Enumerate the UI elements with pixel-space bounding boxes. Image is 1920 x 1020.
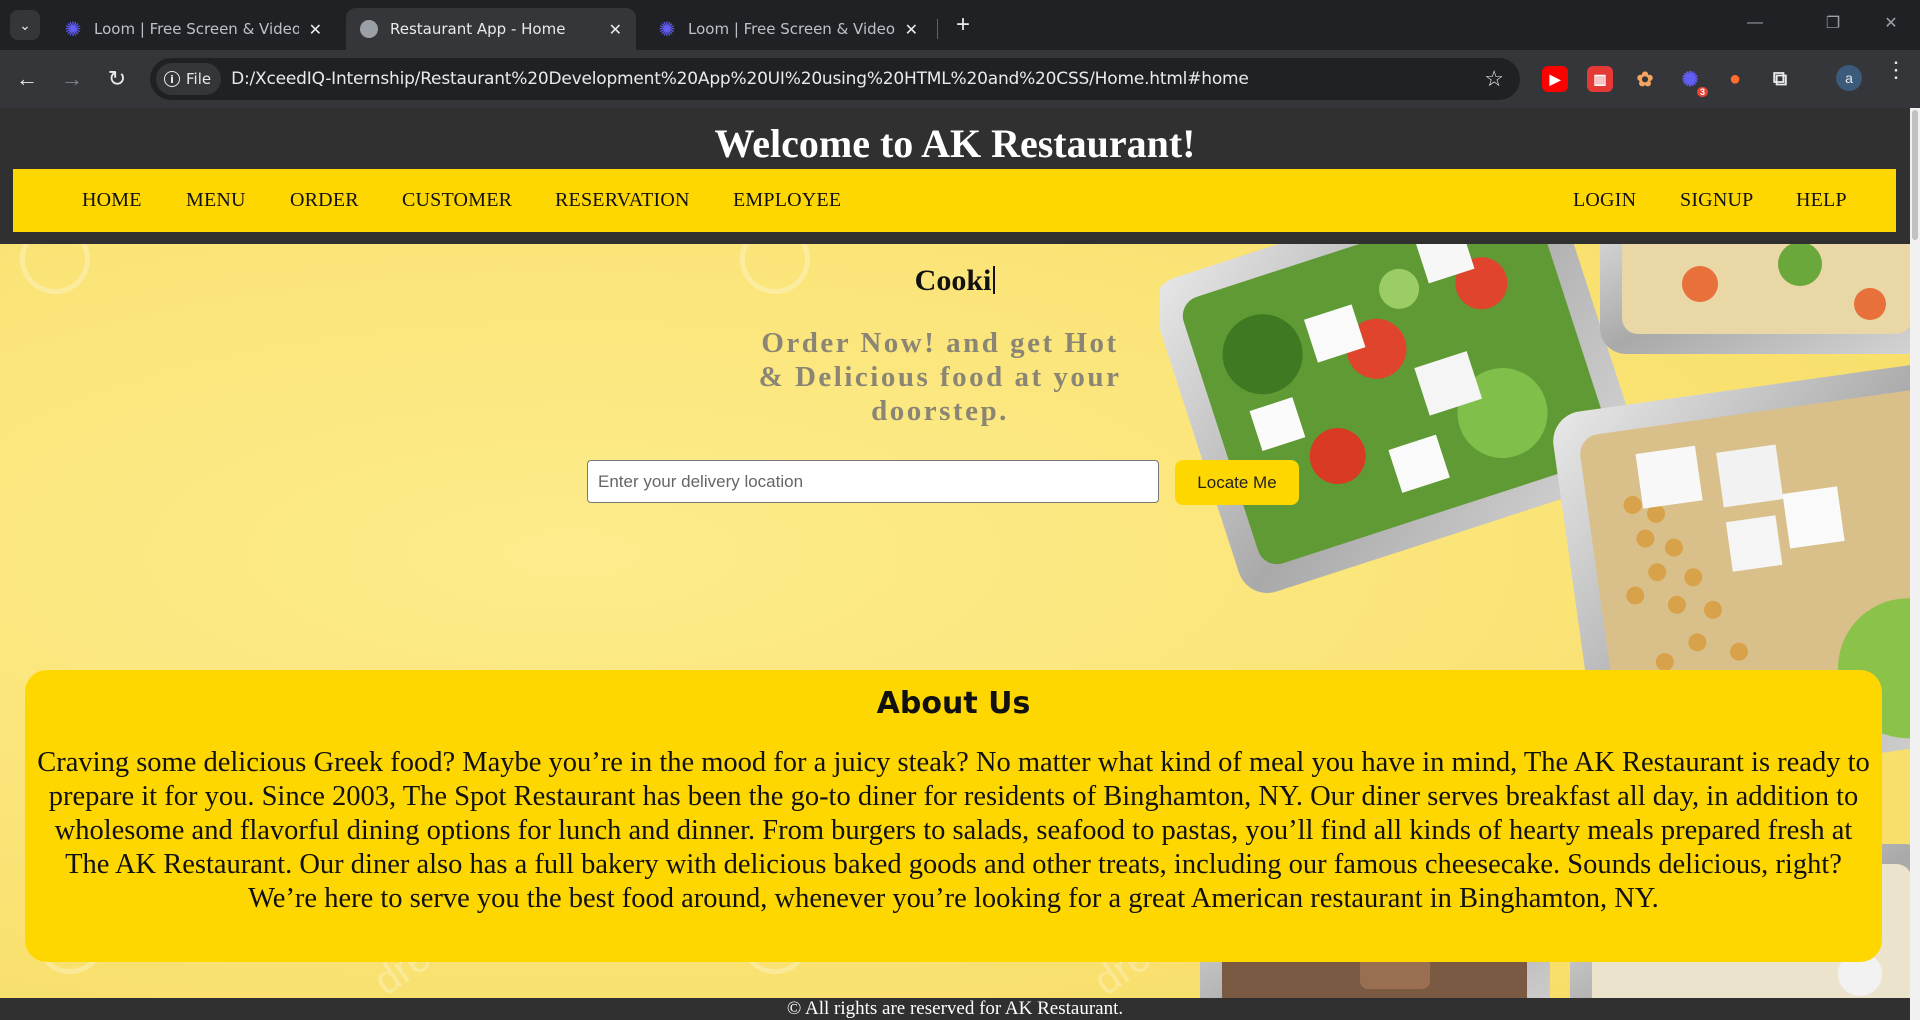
tab-title: Loom | Free Screen & Video Recording Sof…: [688, 20, 895, 38]
bookmark-star-icon[interactable]: ☆: [1484, 66, 1504, 92]
scheme-label: File: [186, 70, 212, 88]
nav-login[interactable]: LOGIN: [1573, 189, 1636, 212]
youtube-extension-icon[interactable]: ▶: [1542, 66, 1568, 92]
arrow-left-icon: ←: [16, 66, 38, 91]
cookie-extension-icon[interactable]: ✿: [1632, 66, 1658, 92]
audio-extension-icon[interactable]: ▥: [1587, 66, 1613, 92]
loom-extension-icon[interactable]: ✺ 3: [1677, 66, 1708, 97]
tab-title: Restaurant App - Home: [390, 20, 566, 38]
tab-loom-2[interactable]: ✺ Loom | Free Screen & Video Recording S…: [644, 8, 932, 50]
hero-tagline: Order Now! and get Hot & Delicious food …: [758, 327, 1122, 427]
url-text[interactable]: D:/XceedIQ-Internship/Restaurant%20Devel…: [231, 69, 1249, 89]
tab-search-button[interactable]: ⌄: [10, 10, 40, 40]
puzzle-extensions-icon[interactable]: ⧉: [1767, 66, 1793, 92]
loom-icon: ✺: [658, 17, 676, 41]
typing-text: Cooki: [914, 264, 992, 297]
browser-toolbar: ← → ↻ i File D:/XceedIQ-Internship/Resta…: [0, 50, 1920, 108]
extension-badge: 3: [1696, 87, 1708, 97]
arrow-right-icon: →: [61, 66, 83, 91]
new-tab-button[interactable]: +: [948, 10, 978, 40]
restore-button[interactable]: ❐: [1808, 8, 1858, 38]
minimize-button[interactable]: —: [1730, 8, 1780, 38]
typing-heading: Cooki: [0, 264, 1910, 298]
site-title: Welcome to AK Restaurant!: [714, 121, 1196, 166]
close-icon: ✕: [1884, 15, 1898, 32]
close-window-button[interactable]: ✕: [1866, 8, 1916, 38]
orange-extension-icon[interactable]: ●: [1722, 66, 1748, 92]
close-icon[interactable]: ✕: [905, 20, 918, 39]
about-us-title: About Us: [876, 686, 1031, 721]
plus-icon: +: [955, 11, 970, 38]
nav-home[interactable]: HOME: [82, 189, 142, 212]
close-icon[interactable]: ✕: [609, 20, 622, 39]
address-bar[interactable]: i File D:/XceedIQ-Internship/Restaurant%…: [150, 58, 1520, 100]
nav-employee[interactable]: EMPLOYEE: [733, 189, 841, 212]
locate-me-button[interactable]: Locate Me: [1175, 460, 1299, 505]
rice-tray-top: [1600, 244, 1910, 354]
about-us-text: Craving some delicious Greek food? Maybe…: [37, 747, 1870, 914]
back-button[interactable]: ←: [10, 62, 44, 96]
nav-help[interactable]: HELP: [1796, 189, 1847, 212]
restore-icon: ❐: [1825, 15, 1841, 32]
tab-loom-1[interactable]: ✺ Loom | Free Screen & Video Recording S…: [50, 8, 336, 50]
nav-signup[interactable]: SIGNUP: [1680, 189, 1753, 212]
browser-tab-bar: ⌄ ✺ Loom | Free Screen & Video Recording…: [0, 0, 1920, 50]
main-navbar: HOME MENU ORDER CUSTOMER RESERVATION EMP…: [13, 169, 1896, 232]
site-info-chip[interactable]: i File: [156, 63, 222, 95]
close-icon[interactable]: ✕: [309, 20, 322, 39]
browser-menu-icon[interactable]: ⋮: [1885, 59, 1907, 81]
hero-section: dreamstime dreamstime: [0, 224, 1910, 1020]
profile-avatar[interactable]: a: [1836, 65, 1862, 91]
tab-separator: [937, 19, 938, 39]
nav-customer[interactable]: CUSTOMER: [402, 189, 512, 212]
loom-icon: ✺: [64, 17, 82, 41]
globe-icon: [360, 20, 378, 38]
about-us-section: About Us Craving some delicious Greek fo…: [25, 670, 1882, 962]
site-footer: © All rights are reserved for AK Restaur…: [0, 998, 1910, 1020]
page-scrollbar[interactable]: [1910, 108, 1920, 1020]
nav-order[interactable]: ORDER: [290, 189, 359, 212]
reload-icon: ↻: [107, 66, 127, 91]
forward-button[interactable]: →: [55, 62, 89, 96]
nav-menu[interactable]: MENU: [186, 189, 246, 212]
chevron-down-icon: ⌄: [19, 16, 31, 33]
minimize-icon: —: [1747, 14, 1763, 31]
scrollbar-thumb[interactable]: [1912, 110, 1918, 240]
tab-restaurant-home[interactable]: Restaurant App - Home ✕: [346, 8, 636, 50]
info-icon: i: [164, 71, 180, 87]
text-caret: [993, 266, 996, 294]
tab-title: Loom | Free Screen & Video Recording Sof…: [94, 20, 299, 38]
delivery-location-input[interactable]: [587, 460, 1159, 503]
nav-reservation[interactable]: RESERVATION: [555, 189, 690, 212]
reload-button[interactable]: ↻: [100, 62, 134, 96]
site-header: Welcome to AK Restaurant! HOME MENU ORDE…: [0, 108, 1910, 244]
page-viewport: dreamstime dreamstime: [0, 108, 1920, 1020]
